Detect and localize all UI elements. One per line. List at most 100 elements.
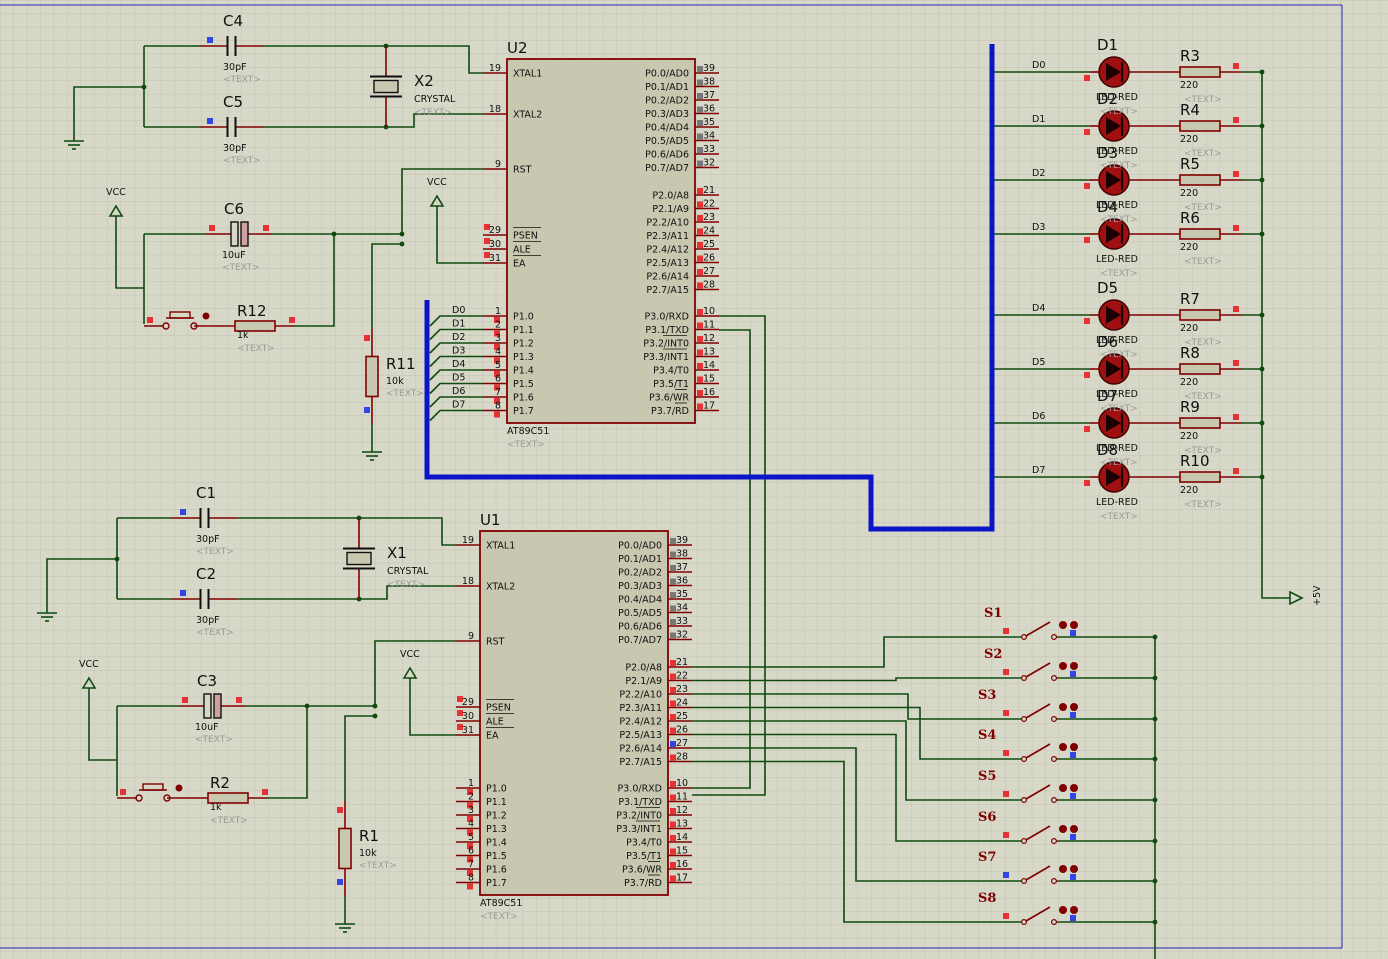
chip-pin-name: RST xyxy=(486,637,505,648)
chip-pin-name: P3.7/RD xyxy=(624,878,662,889)
switch-knob xyxy=(1070,825,1078,833)
capacitor-value: 30pF xyxy=(196,534,220,545)
led-ref: D5 xyxy=(1097,279,1118,297)
chip-pin-name: P2.0/A8 xyxy=(625,663,662,674)
chip-pin-name: ALE xyxy=(486,717,504,728)
net-label: D7 xyxy=(1032,465,1045,476)
chip-pin-number: 17 xyxy=(703,401,715,412)
net-label: D3 xyxy=(452,346,465,357)
resistor-body xyxy=(1179,417,1221,429)
chip-pin-name: P3.5/T1 xyxy=(653,379,689,390)
resistor-body xyxy=(1179,309,1221,321)
pin-marker xyxy=(1003,669,1009,675)
pin-marker xyxy=(1070,671,1076,677)
chip-pin-number: 12 xyxy=(703,333,715,344)
resistor-ref: R3 xyxy=(1180,47,1200,65)
resistor-ref: R5 xyxy=(1180,155,1200,173)
chip-pin-name: P0.0/AD0 xyxy=(618,541,662,552)
pin-marker xyxy=(1084,237,1090,243)
chip-pin-name: P0.6/AD6 xyxy=(645,150,689,161)
pin-marker xyxy=(1233,63,1239,69)
pin-marker xyxy=(1233,171,1239,177)
chip-pin-name: P1.7 xyxy=(486,878,507,889)
switch-knob xyxy=(1059,743,1067,751)
chip-pin-number: 12 xyxy=(676,805,688,816)
pin-marker xyxy=(1070,712,1076,718)
chip-pin-name: P1.5 xyxy=(486,851,507,862)
pin-marker xyxy=(262,789,268,795)
resistor-value: 220 xyxy=(1180,242,1198,253)
led-ref: D3 xyxy=(1097,144,1118,162)
pin-marker xyxy=(182,697,188,703)
pin-marker xyxy=(364,335,370,341)
resistor-body xyxy=(365,355,379,398)
chip-pin-number: 23 xyxy=(703,212,715,223)
chip-pin-name: P2.5/A13 xyxy=(619,730,662,741)
chip-pin-number: 25 xyxy=(703,239,715,250)
vcc-label: VCC xyxy=(106,187,126,198)
chip-pin-name: P2.3/A11 xyxy=(646,231,689,242)
capacitor-value: 30pF xyxy=(223,62,247,73)
pin-marker xyxy=(120,789,126,795)
chip-pin-name: P1.2 xyxy=(486,811,507,822)
switch-knob xyxy=(1070,621,1078,629)
chip-pin-name: P3.3/INT1 xyxy=(643,352,689,363)
chip-pin-name: P0.0/AD0 xyxy=(645,69,689,80)
chip-pin-number: 10 xyxy=(703,306,715,317)
resistor-body xyxy=(1179,66,1221,78)
pin-marker xyxy=(1003,832,1009,838)
resistor-value: 220 xyxy=(1180,188,1198,199)
text-placeholder: <TEXT> xyxy=(359,861,397,871)
chip-pin-name: P2.1/A9 xyxy=(652,204,689,215)
chip-pin-name: EA xyxy=(513,259,526,270)
chip-pin-number: 37 xyxy=(676,562,688,573)
capacitor-value: 10uF xyxy=(195,722,219,733)
chip-pin-number: 29 xyxy=(489,225,501,236)
chip-pin-number: 28 xyxy=(676,752,688,763)
chip-pin-name: P1.2 xyxy=(513,339,534,350)
pin-marker xyxy=(1070,630,1076,636)
crystal-ref: X1 xyxy=(387,544,407,562)
chip-pin-name: P0.1/AD1 xyxy=(645,82,689,93)
text-placeholder: <TEXT> xyxy=(414,108,452,118)
chip-pin-number: 32 xyxy=(703,158,715,169)
crystal-body xyxy=(373,79,399,94)
capacitor-ref: C2 xyxy=(196,565,216,583)
chip-pin-number: 35 xyxy=(676,589,688,600)
chip-pin-number: 7 xyxy=(495,387,501,398)
schematic-canvas[interactable]: U2AT89C51<TEXT>XTAL119XTAL218RST9PSEN29A… xyxy=(0,0,1388,959)
crystal-value: CRYSTAL xyxy=(387,566,429,577)
pin-marker xyxy=(1233,360,1239,366)
pin-marker xyxy=(494,411,500,418)
chip-pin-name: P2.6/A14 xyxy=(646,272,689,283)
chip-pin-number: 31 xyxy=(489,253,501,264)
net-label: D6 xyxy=(1032,411,1045,422)
switch-ref: S2 xyxy=(984,647,1002,662)
switch-ref: S3 xyxy=(978,688,996,703)
chip-pin-number: 25 xyxy=(676,711,688,722)
vcc-label: VCC xyxy=(427,177,447,188)
led-ref: D2 xyxy=(1097,90,1118,108)
chip-pin-number: 9 xyxy=(468,631,474,642)
junction-dot xyxy=(372,713,378,719)
pin-marker xyxy=(1070,793,1076,799)
net-label: D4 xyxy=(1032,303,1045,314)
switch-ref: S8 xyxy=(978,891,996,906)
chip-pin-number: 16 xyxy=(703,387,715,398)
chip-pin-number: 6 xyxy=(468,846,474,857)
switch-ref: S6 xyxy=(978,810,996,825)
resistor-ref: R12 xyxy=(237,302,267,320)
net-label: D1 xyxy=(1032,114,1045,125)
pin-marker xyxy=(263,225,269,231)
capacitor-value: 30pF xyxy=(196,615,220,626)
pin-marker xyxy=(1084,318,1090,324)
chip-pin-name: P1.6 xyxy=(513,393,534,404)
switch-knob xyxy=(1059,621,1067,629)
resistor-body xyxy=(1179,228,1221,240)
chip-pin-number: 18 xyxy=(462,576,474,587)
pin-marker xyxy=(236,697,242,703)
resistor-value: 220 xyxy=(1180,134,1198,145)
chip-pin-name: P0.3/AD3 xyxy=(618,581,662,592)
chip-pin-number: 36 xyxy=(703,104,715,115)
supply-label: +5V xyxy=(1312,585,1323,606)
